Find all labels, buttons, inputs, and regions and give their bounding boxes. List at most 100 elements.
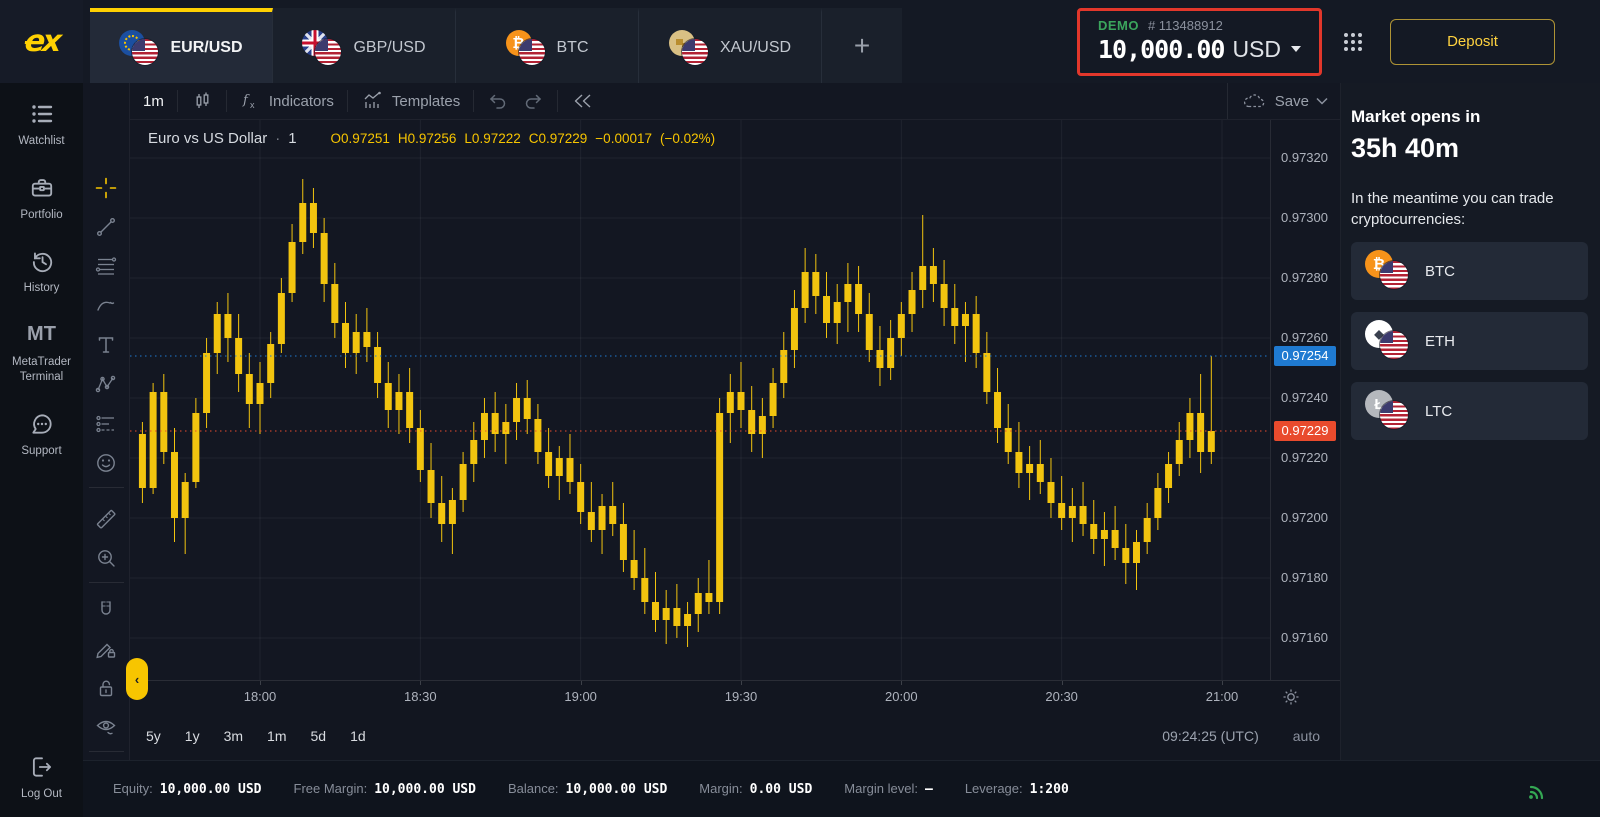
price-tick-label: 0.97300 [1281,210,1328,225]
time-tick-label: 20:00 [885,689,918,704]
connection-status-icon [1526,779,1548,801]
range-1m[interactable]: 1m [267,728,286,744]
range-1d[interactable]: 1d [350,728,366,744]
status-margin-level: Margin level: – [844,781,933,797]
price-tick-label: 0.97220 [1281,450,1328,465]
status-value: 0.00 USD [750,782,813,797]
zoom-in-tool[interactable] [94,546,118,570]
chart-toolbar: 1m f x Indicators [130,83,1340,120]
price-tick-label: 0.97260 [1281,330,1328,345]
templates-button[interactable]: Templates [348,83,473,119]
save-layout-button[interactable]: Save [1227,83,1340,119]
tab-gbpusd[interactable]: GBP/USD [273,8,456,83]
status-label: Leverage: [965,781,1023,796]
candlestick-chart[interactable]: Euro vs US Dollar · 1 O0.97251 H0.97256 … [130,120,1270,680]
range-1y[interactable]: 1y [185,728,200,744]
add-instrument-button[interactable]: + [822,8,902,83]
tab-eurusd[interactable]: EUR/USD [90,8,273,83]
sidebar-item-label: MetaTrader Terminal [5,355,79,386]
auto-scale-toggle[interactable]: auto [1293,728,1320,744]
redo-button[interactable] [522,83,557,119]
templates-label: Templates [392,93,460,110]
apps-grid-button[interactable] [1342,31,1364,53]
measure-tool[interactable] [94,507,118,531]
axis-settings-button[interactable] [1282,688,1300,706]
btcusd-flags-icon: ₿ [506,30,546,65]
lock-all-tool[interactable] [94,676,118,700]
gbpusd-flags-icon [302,30,342,65]
crypto-symbol: ETH [1425,333,1455,350]
crosshair-tool[interactable] [94,176,118,200]
brand-logo[interactable]: ex [0,0,83,83]
time-tick-label: 20:30 [1045,689,1078,704]
cloud-save-icon [1242,91,1268,111]
market-closed-panel: Market opens in 35h 40m In the meantime … [1340,83,1600,760]
us-flag-icon [1380,261,1408,289]
emoji-tool[interactable] [94,451,118,475]
sidebar-item-portfolio[interactable]: Portfolio [5,175,79,224]
xabcd-pattern-tool[interactable] [94,372,118,396]
trend-line-tool[interactable] [94,215,118,239]
tab-label: GBP/USD [353,39,425,57]
range-5d[interactable]: 5d [311,728,327,744]
hide-drawings-tool[interactable] [94,715,118,739]
account-number: # 113488912 [1148,18,1223,33]
chart-area: 1m f x Indicators [130,83,1340,760]
price-tick-label: 0.97160 [1281,630,1328,645]
drawing-lock-tool[interactable] [94,637,118,661]
crypto-item-ltc[interactable]: Ł LTC [1351,382,1588,440]
svg-text:x: x [250,100,255,110]
interval-label: 1 [288,130,296,147]
status-leverage: Leverage: 1:200 [965,781,1069,797]
price-tick-label: 0.97180 [1281,570,1328,585]
redo-icon [522,90,544,112]
projection-tool[interactable] [94,412,118,436]
range-5y[interactable]: 5y [146,728,161,744]
time-tick-mark [741,681,742,685]
deposit-button[interactable]: Deposit [1390,19,1555,65]
sidebar-item-label: Support [5,444,79,460]
account-selector[interactable]: DEMO # 113488912 10,000.00 USD [1077,8,1322,76]
support-chat-icon [29,411,55,437]
text-tool[interactable] [94,333,118,357]
tab-label: BTC [557,39,589,57]
time-tick-mark [260,681,261,685]
logout-icon [29,754,55,780]
sidebar-item-watchlist[interactable]: Watchlist [5,101,79,150]
tab-xauusd[interactable]: XAU/USD [639,8,822,83]
range-3m[interactable]: 3m [224,728,243,744]
sidebar-item-logout[interactable]: Log Out [5,754,79,803]
market-replay-button[interactable] [558,83,608,119]
exness-logo-icon: ex [23,24,60,59]
panel-collapse-handle[interactable]: ‹ [126,658,148,700]
fx-indicators-icon: f x [240,90,262,112]
sidebar-item-metatrader[interactable]: MT MetaTrader Terminal [5,322,79,386]
time-axis[interactable]: 18:0018:3019:0019:3020:0020:3021:00 [130,680,1340,712]
crypto-item-eth[interactable]: ◆ ETH [1351,312,1588,370]
timeframe-button[interactable]: 1m [130,83,177,119]
price-tick-label: 0.97320 [1281,150,1328,165]
ohlc-change-pct: (−0.02%) [660,131,715,146]
trading-terminal: ex EUR/USD GBP/USD ₿ [0,0,1600,817]
price-axis[interactable]: 0.973200.973000.972800.972600.972400.972… [1270,120,1340,680]
status-value: 1:200 [1030,782,1069,797]
account-balance-row: 10,000.00 USD [1098,35,1301,64]
status-value: 10,000.00 USD [374,782,476,797]
crypto-item-btc[interactable]: ₿ BTC [1351,242,1588,300]
sidebar-item-history[interactable]: History [5,248,79,297]
indicators-button[interactable]: f x Indicators [227,83,347,119]
brush-tool[interactable] [94,293,118,317]
us-flag-icon [132,39,158,65]
sidebar-item-support[interactable]: Support [5,411,79,460]
tab-btc[interactable]: ₿ BTC [456,8,639,83]
price-tick-label: 0.97200 [1281,510,1328,525]
chart-style-button[interactable] [178,83,226,119]
account-status-bar: Equity: 10,000.00 USD Free Margin: 10,00… [83,760,1600,817]
utc-clock[interactable]: 09:24:25 (UTC) [1162,728,1258,744]
ohlc-close: C0.97229 [529,131,588,146]
symbol-title: Euro vs US Dollar [148,130,267,147]
undo-button[interactable] [474,83,522,119]
fib-retracement-tool[interactable] [94,254,118,278]
magnet-tool[interactable] [94,598,118,622]
account-balance: 10,000.00 [1098,35,1224,64]
